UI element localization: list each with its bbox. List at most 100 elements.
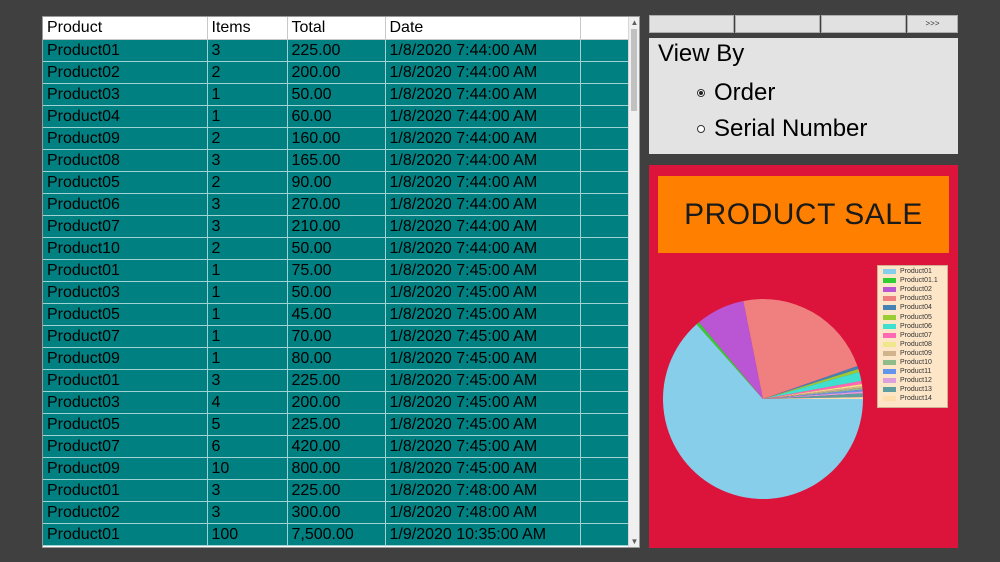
cell-product[interactable]: Product05: [43, 413, 208, 436]
cell-date[interactable]: 1/8/2020 7:45:00 AM: [385, 347, 581, 370]
cell-product[interactable]: Product01: [43, 369, 208, 392]
table-row[interactable]: Product01 100 7,500.00 1/9/2020 10:35:00 AM: [43, 523, 630, 546]
cell-date[interactable]: 1/9/2020 10:35:00 AM: [385, 523, 581, 546]
radio-order-label[interactable]: Order: [714, 79, 775, 107]
column-header-total[interactable]: Total: [287, 17, 386, 40]
cell-date[interactable]: 1/8/2020 7:44:00 AM: [385, 237, 581, 260]
cell-total[interactable]: 90.00: [287, 171, 386, 194]
table-row[interactable]: Product09 2 160.00 1/8/2020 7:44:00 AM: [43, 127, 630, 150]
next-button[interactable]: >>>: [907, 15, 958, 33]
cell-date[interactable]: 1/8/2020 7:45:00 AM: [385, 325, 581, 348]
table-row[interactable]: Product07 3 210.00 1/8/2020 7:44:00 AM: [43, 215, 630, 238]
table-row[interactable]: Product05 2 90.00 1/8/2020 7:44:00 AM: [43, 171, 630, 194]
radio-order-indicator[interactable]: [697, 89, 705, 97]
radio-serial-number[interactable]: Serial Number: [697, 115, 867, 143]
toolbar-button-1[interactable]: [649, 15, 734, 33]
cell-date[interactable]: 1/8/2020 7:44:00 AM: [385, 61, 581, 84]
cell-date[interactable]: 1/8/2020 7:45:00 AM: [385, 259, 581, 282]
cell-product[interactable]: Product01: [43, 479, 208, 502]
cell-total[interactable]: 225.00: [287, 413, 386, 436]
cell-total[interactable]: 70.00: [287, 325, 386, 348]
cell-items[interactable]: 4: [207, 391, 288, 414]
cell-items[interactable]: 1: [207, 325, 288, 348]
cell-total[interactable]: 80.00: [287, 347, 386, 370]
table-row[interactable]: Product03 1 50.00 1/8/2020 7:45:00 AM: [43, 281, 630, 304]
cell-date[interactable]: 1/8/2020 7:45:00 AM: [385, 391, 581, 414]
scroll-down-arrow-icon[interactable]: ▼: [629, 536, 639, 547]
cell-date[interactable]: 1/8/2020 7:44:00 AM: [385, 149, 581, 172]
radio-serial-number-label[interactable]: Serial Number: [714, 115, 867, 143]
cell-date[interactable]: 1/8/2020 7:44:00 AM: [385, 127, 581, 150]
table-row[interactable]: Product05 1 45.00 1/8/2020 7:45:00 AM: [43, 303, 630, 326]
table-row[interactable]: Product03 4 200.00 1/8/2020 7:45:00 AM: [43, 391, 630, 414]
cell-total[interactable]: 200.00: [287, 61, 386, 84]
cell-product[interactable]: Product02: [43, 61, 208, 84]
table-row[interactable]: Product07 6 420.00 1/8/2020 7:45:00 AM: [43, 435, 630, 458]
cell-items[interactable]: 2: [207, 127, 288, 150]
cell-items[interactable]: 3: [207, 193, 288, 216]
cell-date[interactable]: 1/8/2020 7:45:00 AM: [385, 435, 581, 458]
cell-total[interactable]: 210.00: [287, 215, 386, 238]
table-row[interactable]: Product09 1 80.00 1/8/2020 7:45:00 AM: [43, 347, 630, 370]
cell-items[interactable]: 3: [207, 149, 288, 172]
table-row[interactable]: Product02 2 200.00 1/8/2020 7:44:00 AM: [43, 61, 630, 84]
cell-total[interactable]: 800.00: [287, 457, 386, 480]
cell-date[interactable]: 1/8/2020 7:48:00 AM: [385, 501, 581, 524]
cell-items[interactable]: 10: [207, 457, 288, 480]
grid-vertical-scrollbar[interactable]: ▲ ▼: [628, 17, 639, 547]
cell-total[interactable]: 60.00: [287, 105, 386, 128]
cell-product[interactable]: Product04: [43, 105, 208, 128]
cell-items[interactable]: 5: [207, 413, 288, 436]
cell-product[interactable]: Product07: [43, 325, 208, 348]
cell-product[interactable]: Product09: [43, 347, 208, 370]
cell-items[interactable]: 1: [207, 281, 288, 304]
table-row[interactable]: Product04 1 60.00 1/8/2020 7:44:00 AM: [43, 105, 630, 128]
cell-items[interactable]: 1: [207, 105, 288, 128]
toolbar-button-3[interactable]: [821, 15, 906, 33]
cell-product[interactable]: Product03: [43, 83, 208, 106]
cell-total[interactable]: 50.00: [287, 237, 386, 260]
cell-items[interactable]: 1: [207, 303, 288, 326]
cell-items[interactable]: 100: [207, 523, 288, 546]
radio-order[interactable]: Order: [697, 79, 775, 107]
table-row[interactable]: Product10 2 50.00 1/8/2020 7:44:00 AM: [43, 237, 630, 260]
table-row[interactable]: Product07 1 70.00 1/8/2020 7:45:00 AM: [43, 325, 630, 348]
cell-total[interactable]: 160.00: [287, 127, 386, 150]
cell-date[interactable]: 1/8/2020 7:48:00 AM: [385, 479, 581, 502]
cell-items[interactable]: 3: [207, 215, 288, 238]
column-header-items[interactable]: Items: [207, 17, 288, 40]
cell-total[interactable]: 300.00: [287, 501, 386, 524]
cell-date[interactable]: 1/8/2020 7:45:00 AM: [385, 303, 581, 326]
cell-product[interactable]: Product03: [43, 281, 208, 304]
cell-items[interactable]: 1: [207, 347, 288, 370]
cell-total[interactable]: 420.00: [287, 435, 386, 458]
table-row[interactable]: Product06 3 270.00 1/8/2020 7:44:00 AM: [43, 193, 630, 216]
cell-items[interactable]: 2: [207, 171, 288, 194]
cell-total[interactable]: 50.00: [287, 83, 386, 106]
column-header-product[interactable]: Product: [43, 17, 208, 40]
cell-total[interactable]: 270.00: [287, 193, 386, 216]
cell-items[interactable]: 3: [207, 501, 288, 524]
cell-items[interactable]: 3: [207, 369, 288, 392]
cell-total[interactable]: 45.00: [287, 303, 386, 326]
cell-total[interactable]: 75.00: [287, 259, 386, 282]
cell-total[interactable]: 225.00: [287, 479, 386, 502]
cell-product[interactable]: Product01: [43, 259, 208, 282]
cell-product[interactable]: Product07: [43, 435, 208, 458]
cell-items[interactable]: 2: [207, 61, 288, 84]
scroll-up-arrow-icon[interactable]: ▲: [629, 17, 639, 28]
table-row[interactable]: Product02 3 300.00 1/8/2020 7:48:00 AM: [43, 501, 630, 524]
column-header-date[interactable]: Date: [385, 17, 581, 40]
cell-items[interactable]: 3: [207, 479, 288, 502]
cell-product[interactable]: Product01: [43, 523, 208, 546]
table-row[interactable]: Product01 3 225.00 1/8/2020 7:45:00 AM: [43, 369, 630, 392]
table-row[interactable]: Product01 3 225.00 1/8/2020 7:48:00 AM: [43, 479, 630, 502]
cell-product[interactable]: Product01: [43, 39, 208, 62]
table-row[interactable]: Product01 3 225.00 1/8/2020 7:44:00 AM: [43, 39, 630, 62]
cell-total[interactable]: 200.00: [287, 391, 386, 414]
cell-product[interactable]: Product06: [43, 193, 208, 216]
cell-date[interactable]: 1/8/2020 7:44:00 AM: [385, 39, 581, 62]
radio-serial-number-indicator[interactable]: [697, 125, 705, 133]
table-row[interactable]: Product03 1 50.00 1/8/2020 7:44:00 AM: [43, 83, 630, 106]
cell-date[interactable]: 1/8/2020 7:44:00 AM: [385, 215, 581, 238]
